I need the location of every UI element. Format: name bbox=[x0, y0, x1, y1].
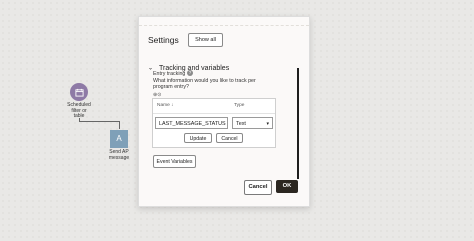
update-button[interactable]: Update bbox=[184, 133, 212, 143]
flow-connector bbox=[79, 121, 119, 122]
entry-tracking-label: Entry tracking bbox=[153, 71, 186, 77]
canvas-node-scheduled[interactable]: Scheduled filter or table bbox=[64, 83, 94, 120]
header-divider bbox=[153, 113, 275, 114]
calendar-icon bbox=[70, 83, 88, 101]
event-variables-button[interactable]: Event Variables bbox=[153, 155, 196, 168]
node-label-line: message bbox=[108, 154, 130, 161]
row-cancel-button[interactable]: Cancel bbox=[216, 133, 243, 143]
show-all-button[interactable]: Show all bbox=[188, 33, 223, 47]
message-action-icon: A bbox=[110, 130, 128, 148]
column-header-name[interactable]: Name ↓ bbox=[157, 103, 174, 108]
help-icon[interactable]: ? bbox=[187, 70, 193, 76]
tracking-question: What information would you like to track… bbox=[153, 78, 256, 91]
dialog-top-strip bbox=[139, 17, 309, 26]
canvas-node-send-ap-message[interactable]: A Send AP message bbox=[105, 130, 133, 161]
type-select-value: Text bbox=[236, 121, 246, 127]
type-select[interactable]: Text ▾ bbox=[232, 117, 273, 129]
scrollbar[interactable] bbox=[297, 68, 299, 179]
cancel-button[interactable]: Cancel bbox=[244, 180, 272, 195]
dialog-title: Settings bbox=[148, 35, 179, 45]
flow-connector bbox=[119, 121, 120, 129]
ok-button[interactable]: OK bbox=[276, 180, 298, 193]
chevron-down-icon: ▾ bbox=[266, 121, 269, 127]
name-input[interactable]: LAST_MESSAGE_STATUS bbox=[155, 117, 228, 129]
tracking-table: Name ↓ Type LAST_MESSAGE_STATUS Text ▾ U… bbox=[152, 98, 276, 148]
column-header-type: Type bbox=[234, 103, 245, 108]
